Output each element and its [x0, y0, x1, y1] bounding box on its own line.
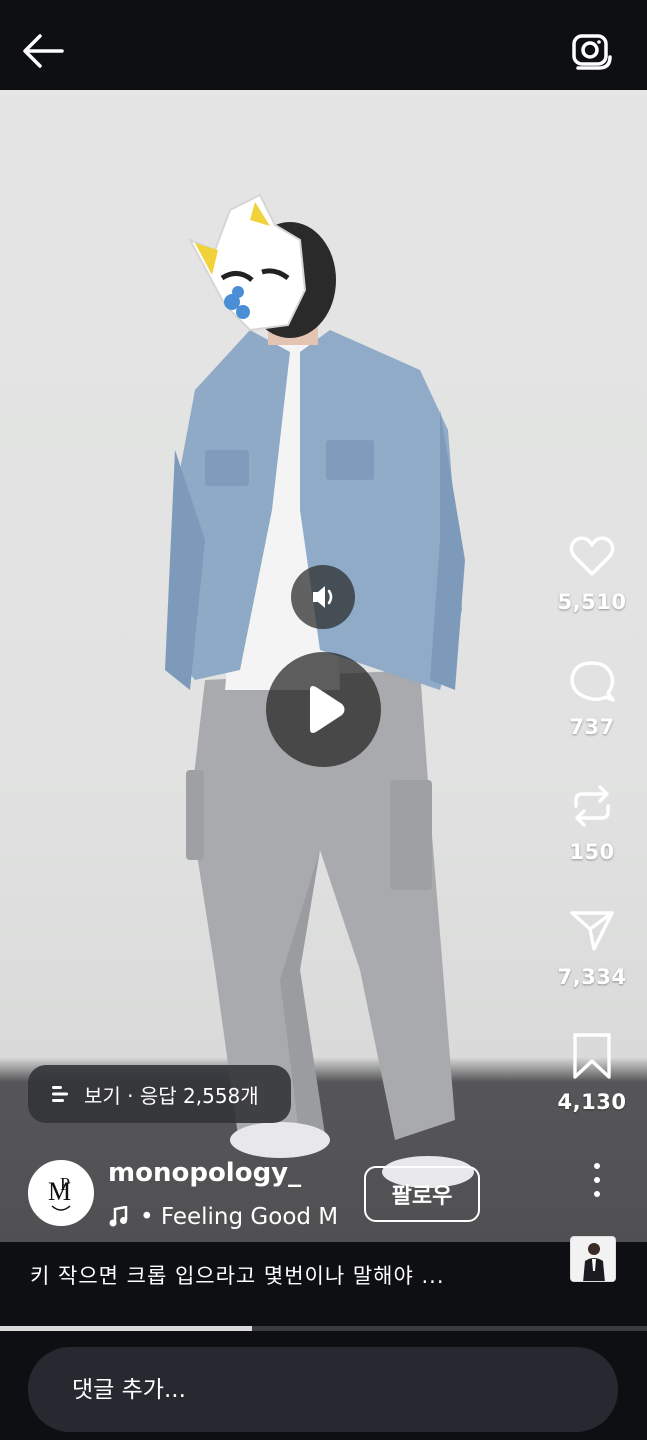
more-button[interactable]	[591, 1160, 603, 1200]
repost-icon	[574, 785, 610, 827]
bookmark-icon	[573, 1033, 611, 1079]
share-count: 7,334	[557, 965, 627, 989]
follow-button[interactable]: 팔로우	[364, 1166, 480, 1222]
thumbnail-image	[571, 1237, 615, 1281]
play-icon	[310, 686, 345, 733]
save-action[interactable]: 4,130	[537, 1030, 647, 1114]
audio-track[interactable]: • Feeling Good M	[108, 1200, 348, 1234]
camera-icon	[572, 34, 612, 70]
video-progress[interactable]	[0, 1326, 647, 1331]
username[interactable]: monopology_	[108, 1158, 301, 1188]
back-button[interactable]	[20, 28, 66, 74]
more-vertical-icon	[594, 1163, 600, 1197]
audio-thumbnail[interactable]	[570, 1236, 616, 1282]
video-progress-fill	[0, 1326, 253, 1331]
responses-label: 보기 · 응답 2,558개	[84, 1083, 259, 1108]
like-count: 5,510	[557, 590, 627, 614]
comment-action[interactable]: 737	[537, 655, 647, 739]
arrow-left-icon	[23, 34, 64, 68]
share-action[interactable]: 7,334	[537, 905, 647, 989]
brand-logo: M P	[31, 1163, 91, 1223]
music-note-icon	[109, 1206, 128, 1227]
repost-action[interactable]: 150	[537, 780, 647, 864]
avatar[interactable]: M P	[28, 1160, 94, 1226]
play-button[interactable]	[266, 652, 381, 767]
mute-button[interactable]	[291, 565, 355, 629]
reel-video[interactable]: 5,510 737 150 7,334 4,130 보기 · 응답 2,558개…	[0, 90, 647, 1330]
comment-input[interactable]	[72, 1371, 572, 1409]
responses-chip[interactable]: 보기 · 응답 2,558개	[28, 1065, 291, 1123]
audio-text: • Feeling Good M	[140, 1204, 339, 1230]
list-icon	[52, 1086, 68, 1102]
like-action[interactable]: 5,510	[537, 530, 647, 614]
send-icon	[570, 911, 614, 951]
caption-text[interactable]: 키 작으면 크롭 입으라고 몇번이나 말해야 ...	[30, 1260, 445, 1290]
top-bar	[0, 0, 647, 90]
repost-count: 150	[569, 840, 615, 864]
comment-icon	[570, 661, 615, 702]
svg-text:P: P	[60, 1174, 70, 1194]
comment-bar	[28, 1347, 618, 1432]
speaker-icon	[313, 586, 333, 608]
save-count: 4,130	[557, 1090, 627, 1114]
camera-button[interactable]	[569, 28, 613, 72]
heart-icon	[569, 536, 615, 576]
comment-count: 737	[569, 715, 615, 739]
caption-row: 키 작으면 크롭 입으라고 몇번이나 말해야 ...	[0, 1236, 647, 1328]
